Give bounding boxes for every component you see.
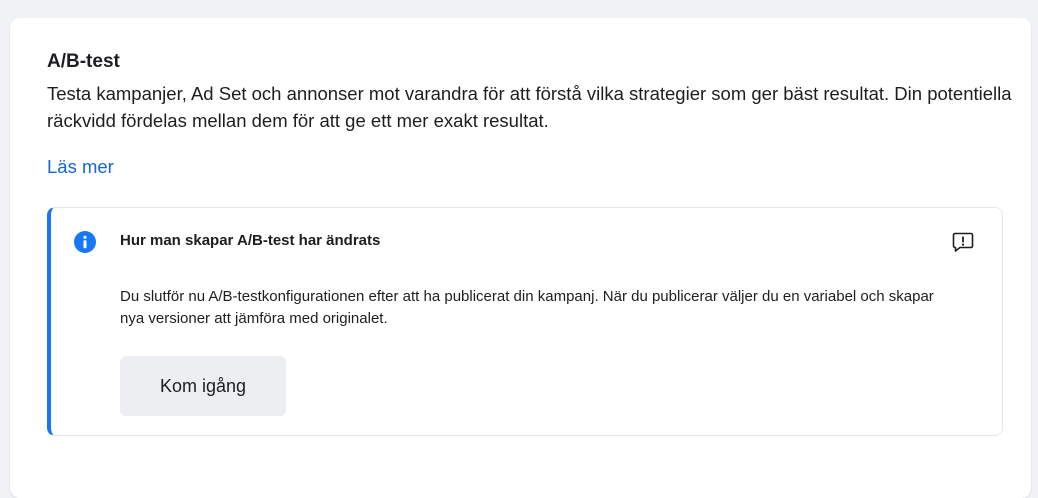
section-title: A/B-test: [47, 51, 120, 72]
learn-more-link[interactable]: Läs mer: [47, 156, 114, 178]
ab-test-card: A/B-test Testa kampanjer, Ad Set och ann…: [10, 18, 1031, 498]
notice-title: Hur man skapar A/B-test har ändrats: [120, 232, 381, 249]
get-started-button[interactable]: Kom igång: [120, 356, 286, 416]
notice-body: Du slutför nu A/B-testkonfigurationen ef…: [120, 288, 934, 327]
report-feedback-icon[interactable]: [952, 231, 974, 253]
change-notice-banner: Hur man skapar A/B-test har ändrats Du s…: [47, 207, 1003, 436]
section-description: Testa kampanjer, Ad Set och annonser mot…: [47, 83, 1012, 131]
info-icon: [74, 231, 96, 253]
